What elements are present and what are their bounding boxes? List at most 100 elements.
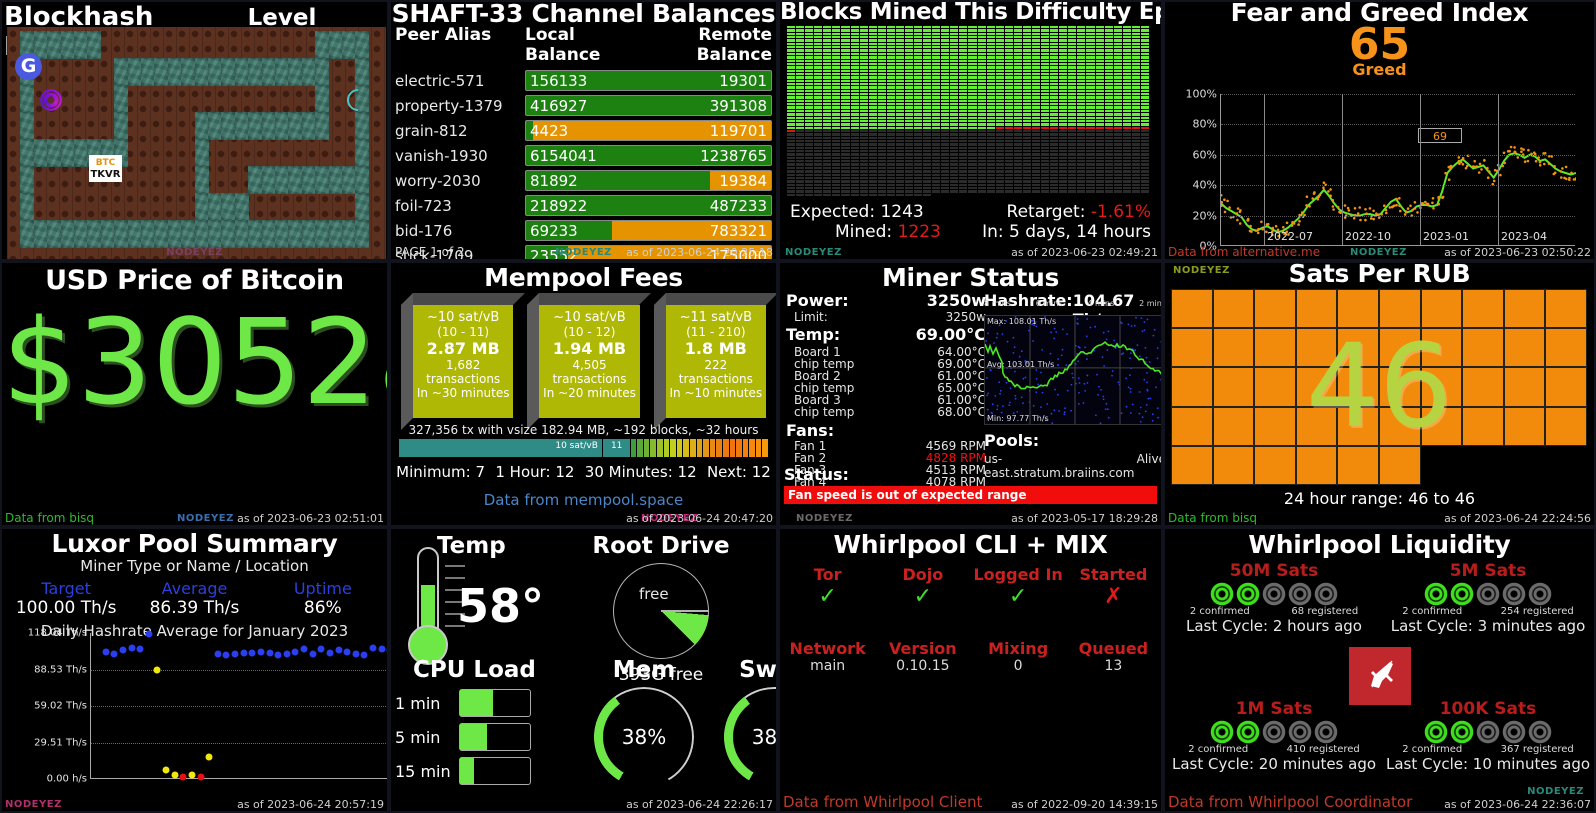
block-cell xyxy=(814,136,823,139)
channel-local-balance: 81892 xyxy=(530,172,578,190)
block-cell xyxy=(886,119,895,123)
block-cell xyxy=(941,93,950,96)
block-cell xyxy=(1140,163,1149,166)
block-cell xyxy=(1113,69,1122,72)
block-cell xyxy=(932,42,941,46)
block-cell xyxy=(1113,116,1122,119)
block-cell xyxy=(1086,103,1095,106)
fee-rate: ~11 sat/vB xyxy=(679,310,753,325)
block-cell xyxy=(787,52,796,56)
maze-tile xyxy=(20,112,35,140)
block-cell xyxy=(1113,96,1122,99)
block-cell xyxy=(1059,93,1068,96)
block-cell xyxy=(868,59,877,62)
block-cell xyxy=(850,26,859,29)
field-label: Queued xyxy=(1078,639,1149,658)
swap-widget: Swap 38% xyxy=(709,657,776,787)
block-cell xyxy=(986,96,995,99)
block-cell xyxy=(986,119,995,123)
block-cell xyxy=(977,42,986,46)
block-cell xyxy=(932,133,941,136)
block-cell xyxy=(877,103,886,106)
block-cell xyxy=(1104,99,1113,103)
block-cell xyxy=(859,56,868,59)
block-cell xyxy=(832,69,841,72)
board-value: 68.00°C xyxy=(937,405,986,419)
block-cell xyxy=(986,42,995,46)
block-cell xyxy=(868,66,877,69)
brand-logo: NODEYEZ xyxy=(555,247,612,258)
block-cell xyxy=(814,86,823,89)
fee-stat-label: Next: xyxy=(706,463,747,481)
block-cell xyxy=(886,83,895,86)
block-cell xyxy=(1022,156,1032,160)
block-cell xyxy=(968,180,977,183)
block-cell xyxy=(1077,26,1086,29)
block-cell xyxy=(796,99,805,103)
block-cell xyxy=(1086,140,1095,143)
block-cell xyxy=(1068,52,1077,56)
block-cell xyxy=(1113,109,1122,113)
block-cell xyxy=(850,146,859,150)
block-cell xyxy=(1113,190,1122,193)
block-cell xyxy=(868,150,877,153)
block-cell xyxy=(914,32,923,36)
block-cell xyxy=(1013,109,1022,113)
channel-balance-bar: 6154041 1238765 xyxy=(525,145,772,166)
block-cell xyxy=(868,42,877,46)
block-cell xyxy=(895,36,904,39)
block-cell xyxy=(787,59,796,62)
channel-local-balance: 4423 xyxy=(530,122,569,140)
block-cell xyxy=(1095,26,1104,29)
block-cell xyxy=(977,69,986,72)
block-cell xyxy=(1131,89,1140,93)
block-cell xyxy=(959,99,968,103)
block-cell xyxy=(1013,93,1022,96)
block-cell xyxy=(787,49,796,52)
block-cell xyxy=(1013,39,1022,42)
block-cell xyxy=(1095,86,1104,89)
block-cell xyxy=(1113,76,1122,79)
block-cell xyxy=(986,69,995,72)
block-cell xyxy=(977,83,986,86)
block-cell xyxy=(1032,69,1041,72)
block-cell xyxy=(877,72,886,76)
panel-whirlpool-cli: Whirlpool CLI + MIX Tor ✓ Dojo ✓ Logged In ✓ S… xyxy=(778,527,1163,813)
maze-tile xyxy=(74,220,88,248)
block-cell xyxy=(841,66,850,69)
block-cell xyxy=(1077,59,1086,62)
block-cell xyxy=(832,39,841,42)
block-cell xyxy=(1041,106,1050,109)
block-cell xyxy=(941,26,950,29)
block-cell xyxy=(914,69,923,72)
block-cell xyxy=(1004,143,1013,146)
block-cell xyxy=(787,183,796,186)
block-cell xyxy=(868,170,877,173)
block-cell xyxy=(814,163,823,166)
data-point xyxy=(240,649,248,657)
block-cell xyxy=(995,96,1004,99)
block-cell xyxy=(977,56,986,59)
block-cell xyxy=(895,136,904,139)
block-cell xyxy=(986,66,995,69)
data-point xyxy=(153,666,161,674)
maze-tile xyxy=(20,85,35,113)
cpu-load-bar xyxy=(459,757,531,785)
block-cell xyxy=(1004,76,1013,79)
block-cell xyxy=(1050,76,1059,79)
block-cell xyxy=(787,150,796,153)
block-cell xyxy=(823,156,832,160)
block-cell xyxy=(1095,119,1104,123)
block-cell xyxy=(832,46,841,49)
block-cell xyxy=(1059,116,1068,119)
block-cell xyxy=(1140,176,1149,180)
block-cell xyxy=(787,126,796,129)
block-cell xyxy=(1059,153,1068,156)
block-cell xyxy=(1113,143,1122,146)
block-cell xyxy=(904,113,914,116)
block-cell xyxy=(932,163,941,166)
block-cell xyxy=(1013,176,1022,180)
block-cell xyxy=(1095,93,1104,96)
block-cell xyxy=(977,119,986,123)
maze-tile xyxy=(74,31,88,59)
